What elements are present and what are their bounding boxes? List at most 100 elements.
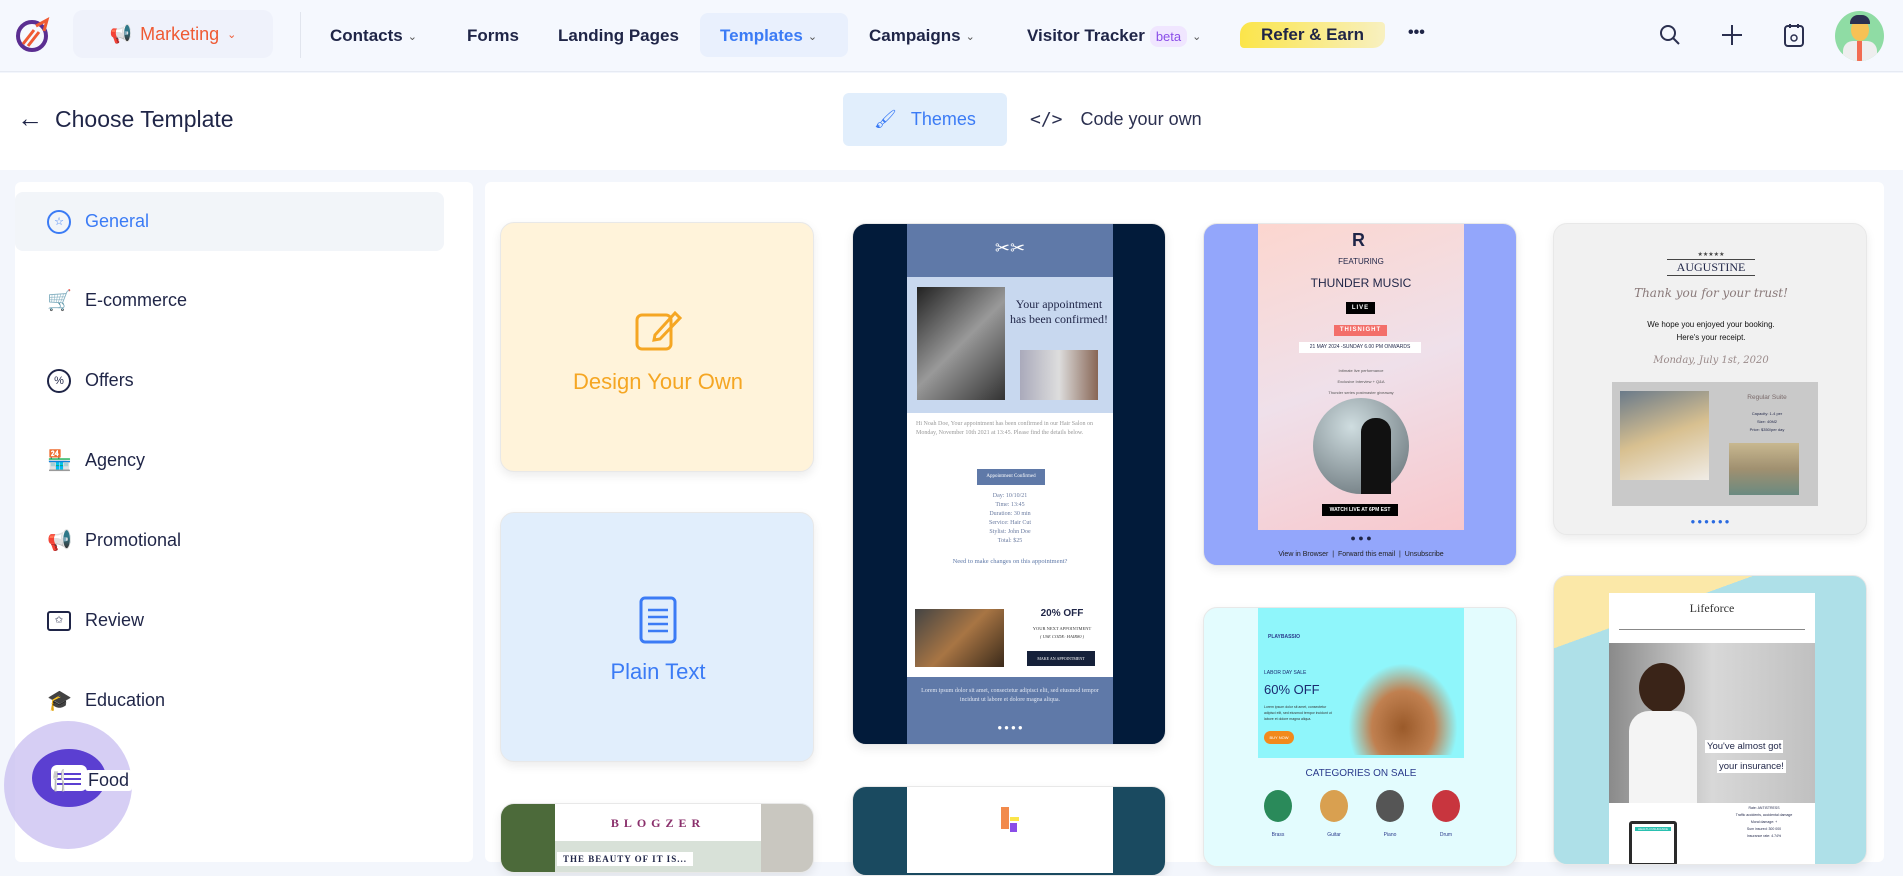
card-title: Design Your Own <box>573 369 743 394</box>
buy-now-cta: BUY NOW <box>1264 731 1294 744</box>
template-card-augustine[interactable]: ★★★★★ AUGUSTINE Thank you for your trust… <box>1553 223 1867 535</box>
design-your-own-card[interactable]: Design Your Own <box>500 222 814 472</box>
thank-you-script: Thank you for your trust! <box>1634 286 1788 300</box>
email-preview <box>907 787 1113 873</box>
category-item: Brass <box>1264 790 1292 838</box>
spec-line: Rate: ANTISTRESS <box>1748 806 1780 810</box>
sidebar-item-e-commerce[interactable]: 🛒 E-commerce <box>15 271 444 330</box>
logo-shape <box>1010 823 1017 832</box>
insurance-headline: your insurance! <box>1717 760 1786 773</box>
chevron-down-icon: ⌄ <box>227 28 237 41</box>
watch-live-cta: WATCH LIVE AT 6PM EST <box>1322 504 1398 516</box>
hotel-text: We hope you enjoyed your booking. <box>1647 320 1775 329</box>
sale-body: Lorem ipsum dolor sit amet, consectetur … <box>1264 705 1332 721</box>
search-icon[interactable] <box>1658 23 1682 47</box>
suite-specs: Capacity: 1-4 per Size: 40M2 Price: $350/p… <box>1722 410 1812 434</box>
nav-templates[interactable]: Templates ⌄ <box>720 22 817 50</box>
nav-landing-pages[interactable]: Landing Pages <box>558 22 679 50</box>
category-label: Piano <box>1383 832 1397 838</box>
category-image <box>1376 790 1404 822</box>
sidebar-item-review[interactable]: ✩ Review <box>15 591 444 650</box>
template-card-blogzer[interactable]: BLOGZER THE BEAUTY OF IT IS... <box>500 803 814 873</box>
event-highlights: Intimate live performance Exclusive Inter… <box>1258 365 1464 398</box>
sale-label: LABOR DAY SALE <box>1264 670 1307 676</box>
nav-forms[interactable]: Forms <box>467 22 519 50</box>
tab-themes[interactable]: 🖌 Themes <box>843 93 1007 146</box>
sidebar-item-general[interactable]: ☆ General <box>15 192 444 251</box>
model-image <box>1020 350 1098 400</box>
spec-line: Size: 40M2 <box>1756 419 1777 424</box>
blog-brand: BLOGZER <box>555 804 761 841</box>
nav-label: Templates <box>720 26 803 45</box>
page-header: ← Choose Template 🖌 Themes </> Code your o… <box>0 73 1903 170</box>
category-label: Drum <box>1439 832 1453 838</box>
template-card-art-studio[interactable] <box>852 786 1166 876</box>
highlight-line: Thunder series postmaster giveaway <box>1328 390 1394 395</box>
hero-section: PLAYBASSIO LABOR DAY SALE 60% OFF Lorem … <box>1258 608 1464 758</box>
sidebar-item-label: Food <box>85 770 133 791</box>
chevron-down-icon: ⌄ <box>965 30 975 43</box>
appointment-heading: Your appointment has been confirmed! <box>1010 297 1108 326</box>
highlight-line: Intimate live performance <box>1338 368 1384 373</box>
instruments-image <box>1348 663 1458 755</box>
detail-line: Total: $25 <box>997 538 1023 544</box>
template-card-playbassio[interactable]: PLAYBASSIO LABOR DAY SALE 60% OFF Lorem … <box>1203 607 1517 867</box>
appointment-greeting: Hi Noah Doe, Your appointment has been c… <box>916 421 1093 436</box>
hero-image: You've almost got your insurance! <box>1609 643 1815 803</box>
plain-text-card[interactable]: Plain Text <box>500 512 814 762</box>
categories-title: CATEGORIES ON SALE <box>1305 768 1417 779</box>
detail-line: Time: 13:45 <box>995 502 1025 508</box>
event-date: 21 MAY 2024 -SUNDAY 6.00 PM ONWARDS <box>1299 342 1421 353</box>
detail-line: Duration: 30 min <box>989 511 1031 517</box>
detail-line: Day: 10/10/21 <box>992 493 1028 499</box>
nav-contacts[interactable]: Contacts ⌄ <box>330 22 417 50</box>
spec-line: Traffic accidents, accidental damage <box>1735 813 1793 817</box>
app-logo[interactable] <box>14 16 52 54</box>
hotel-text: Here's your receipt. <box>1676 333 1746 342</box>
singer-silhouette <box>1361 418 1391 494</box>
star-circle-icon: ☆ <box>47 209 71 234</box>
singer-image <box>1313 398 1409 494</box>
category-label: Brass <box>1271 832 1285 838</box>
app-menu-label: Marketing <box>140 23 220 44</box>
tab-label: Themes <box>910 109 976 129</box>
document-icon <box>639 596 677 644</box>
refer-earn-button[interactable]: Refer & Earn <box>1240 22 1385 48</box>
template-card-thunder-music[interactable]: R FEATURING THUNDER MUSIC LIVE THISNIGHT… <box>1203 223 1517 566</box>
nav-label: Landing Pages <box>558 26 679 45</box>
tab-code-your-own[interactable]: </> Code your own <box>1030 93 1202 146</box>
salon-tools-image <box>915 609 1004 667</box>
megaphone-icon: 📢 <box>47 530 72 552</box>
nav-campaigns[interactable]: Campaigns ⌄ <box>869 22 975 50</box>
paintbrush-icon: 🖌 <box>874 109 897 129</box>
nav-label: Forms <box>467 26 519 45</box>
hotel-stars: ★★★★★ <box>1697 252 1725 258</box>
template-card-lifeforce[interactable]: Lifeforce You've almost got your insuran… <box>1553 575 1867 865</box>
calendar-phone-icon[interactable] <box>1782 22 1806 48</box>
beta-badge: beta <box>1149 25 1188 47</box>
room-image <box>1620 391 1709 480</box>
featuring-label: FEATURING <box>1338 257 1384 266</box>
sidebar-item-promotional[interactable]: 📢 Promotional <box>15 511 444 570</box>
brand-name: PLAYBASSIO <box>1268 634 1301 640</box>
person-head <box>1639 663 1685 713</box>
email-footer: Lorem ipsum dolor sit amet, consectetur … <box>907 677 1113 744</box>
nav-visitor-tracker[interactable]: Visitor Tracker beta ⌄ <box>1027 22 1201 50</box>
back-arrow-icon[interactable]: ← <box>17 103 43 134</box>
plus-icon[interactable] <box>1720 23 1744 47</box>
sidebar-item-food[interactable]: 🍴 Food <box>15 751 444 810</box>
offer-subtitle: YOUR NEXT APPOINTMENT <box>1032 626 1092 631</box>
clipboard-icon: HEALTH INSURANCE <box>1629 821 1677 864</box>
nav-label: Visitor Tracker <box>1027 26 1145 45</box>
email-footer-links: View in Browser | Forward this email | U… <box>1278 551 1444 558</box>
app-switcher-marketing[interactable]: 📢 Marketing ⌄ <box>73 10 273 58</box>
footer-text: Lorem ipsum dolor sit amet, consectetur … <box>921 688 1099 703</box>
marble-image <box>761 804 813 872</box>
avatar[interactable] <box>1835 11 1884 61</box>
template-card-appointment[interactable]: ✂✂ Your appointment has been confirmed! … <box>852 223 1166 745</box>
more-menu-button[interactable]: ••• <box>1408 24 1425 42</box>
sidebar-item-offers[interactable]: % Offers <box>15 351 444 410</box>
sidebar-item-label: Promotional <box>85 530 182 550</box>
detail-line: Stylist: John Doe <box>989 529 1031 535</box>
sidebar-item-agency[interactable]: 🏪 Agency <box>15 431 444 490</box>
